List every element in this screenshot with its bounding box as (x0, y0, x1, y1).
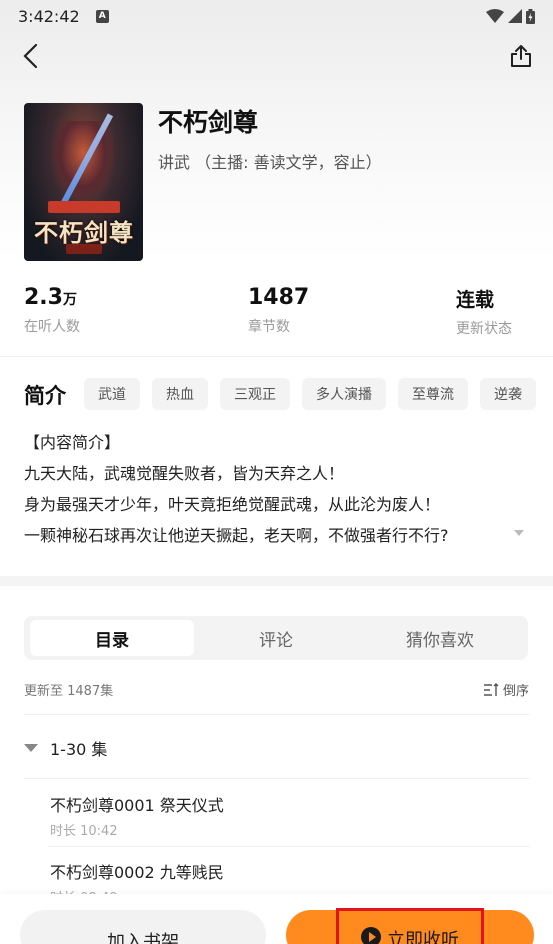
episode-group[interactable]: 1-30 集 (24, 733, 529, 763)
battery-icon (526, 8, 535, 24)
tag-chip[interactable]: 武道 (84, 378, 140, 410)
book-cover[interactable]: 不朽剑尊 (24, 103, 143, 261)
tab-recommend[interactable]: 猜你喜欢 (358, 620, 522, 656)
cover-banner (48, 201, 120, 213)
tag-chip[interactable]: 热血 (152, 378, 208, 410)
nav-bar (0, 36, 553, 76)
divider (0, 356, 553, 357)
signal-icon (508, 9, 522, 23)
add-to-shelf-button[interactable]: 加入书架 (20, 910, 266, 944)
highlight-box (336, 908, 484, 944)
group-label: 1-30 集 (50, 740, 108, 759)
description-line: 身为最强天才少年，叶天竟拒绝觉醒武魂，从此沦为废人！ (24, 495, 441, 514)
stat-status: 连载 更新状态 (456, 285, 512, 338)
status-icons (486, 8, 535, 24)
share-button[interactable] (507, 40, 535, 72)
wifi-icon (486, 9, 504, 23)
stat-value: 2.3 (24, 285, 63, 310)
episode-item[interactable]: 不朽剑尊0001 祭天仪式 时长 10:42 (24, 780, 529, 846)
book-title: 不朽剑尊 (158, 108, 259, 137)
stat-label: 在听人数 (24, 319, 80, 335)
description-line: 九天大陆，武魂觉醒失败者，皆为天弃之人！ (24, 464, 345, 483)
description-line: 【内容简介】 (24, 433, 121, 452)
update-status: 更新至 1487集 (24, 684, 114, 699)
cover-tag (66, 244, 102, 254)
list-header: 更新至 1487集 倒序 (24, 680, 529, 700)
intro-header: 简介 武道 热血 三观正 多人演播 至尊流 逆袭 (24, 378, 553, 414)
book-stats: 2.3万 在听人数 1487 章节数 连载 更新状态 (0, 285, 553, 345)
section-separator (0, 576, 553, 586)
tab-catalog[interactable]: 目录 (30, 620, 194, 656)
stat-value: 连载 (456, 289, 495, 311)
caret-down-icon (24, 744, 38, 752)
notification-icon: A (95, 9, 109, 23)
intro-description[interactable]: 【内容简介】 九天大陆，武魂觉醒失败者，皆为天弃之人！ 身为最强天才少年，叶天竟… (24, 432, 534, 556)
sort-label: 倒序 (502, 684, 529, 699)
stat-chapters: 1487 章节数 (248, 285, 309, 336)
back-button[interactable] (16, 40, 44, 72)
description-line: 一颗神秘石球再次让他逆天撅起，老天啊，不做强者行不行? (24, 526, 449, 545)
status-time: 3:42:42 (18, 6, 80, 26)
divider (24, 714, 529, 715)
divider (24, 778, 529, 779)
tag-chip[interactable]: 至尊流 (398, 378, 468, 410)
stat-label: 更新状态 (456, 321, 512, 337)
tag-chip[interactable]: 逆袭 (480, 378, 536, 410)
stat-label: 章节数 (248, 319, 290, 335)
book-header: 不朽剑尊 不朽剑尊 讲武 （主播: 善读文学，容止） (24, 103, 534, 263)
episode-title: 不朽剑尊0002 九等贱民 (50, 863, 224, 882)
episode-title: 不朽剑尊0001 祭天仪式 (50, 796, 224, 815)
tab-comments[interactable]: 评论 (194, 620, 358, 656)
sort-button[interactable]: 倒序 (483, 680, 529, 699)
intro-title: 简介 (24, 384, 66, 408)
chevron-left-icon (23, 43, 38, 69)
stat-listeners: 2.3万 在听人数 (24, 285, 80, 336)
stat-unit: 万 (62, 292, 77, 308)
cover-title: 不朽剑尊 (34, 218, 134, 247)
tag-list: 武道 热血 三观正 多人演播 至尊流 逆袭 (84, 378, 536, 410)
tag-chip[interactable]: 三观正 (220, 378, 290, 410)
sort-icon (483, 682, 499, 696)
tab-bar: 目录 评论 猜你喜欢 (24, 616, 528, 660)
share-icon (511, 45, 531, 67)
book-subtitle: 讲武 （主播: 善读文学，容止） (158, 153, 382, 172)
stat-value: 1487 (248, 285, 310, 310)
status-bar: 3:42:42 A (0, 0, 553, 32)
expand-arrow-icon[interactable] (514, 530, 524, 536)
tag-chip[interactable]: 多人演播 (302, 378, 386, 410)
episode-duration: 时长 10:42 (50, 824, 118, 839)
